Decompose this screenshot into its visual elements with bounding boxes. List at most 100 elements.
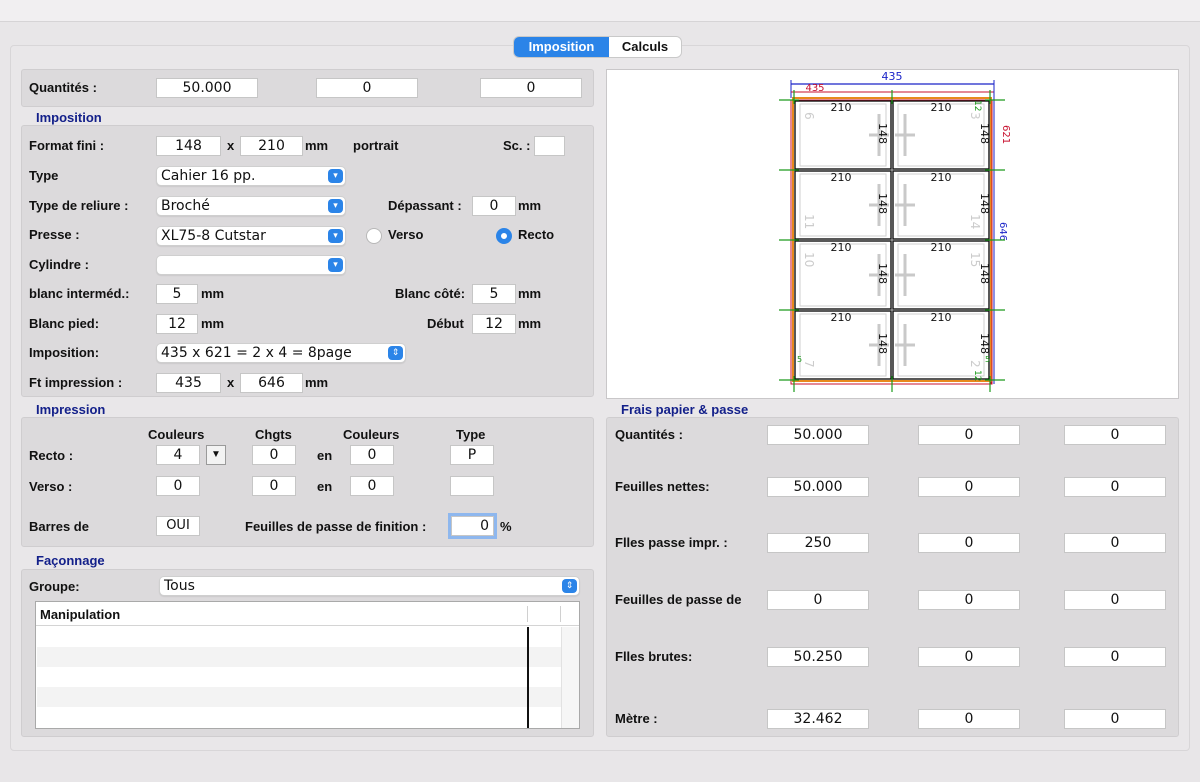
- page-width-label: 210: [831, 311, 852, 324]
- imposition-preview: 435 435 621 646 12 12 5 5 210 210 210 21…: [606, 69, 1179, 399]
- frais-value-field[interactable]: 0: [767, 590, 869, 610]
- quantite-field-3[interactable]: 0: [480, 78, 582, 98]
- manipulation-table[interactable]: Manipulation: [35, 601, 580, 729]
- recto-couleurs-field[interactable]: 4: [156, 445, 200, 465]
- frais-value-field[interactable]: 0: [918, 425, 1020, 445]
- table-row[interactable]: [37, 647, 561, 667]
- green-label-3: 5: [797, 355, 802, 364]
- imposition-select[interactable]: 435 x 621 = 2 x 4 = 8page ⇕: [156, 343, 406, 363]
- recto-radio[interactable]: [496, 228, 512, 244]
- depassant-mm-unit: mm: [518, 198, 542, 213]
- presse-select-value: XL75-8 Cutstar: [161, 228, 266, 244]
- imposition-section-title: Imposition: [36, 110, 102, 125]
- page-number-right: 15: [968, 252, 982, 267]
- table-row[interactable]: [37, 687, 561, 707]
- page-number-right: 14: [968, 214, 982, 229]
- frais-value-field[interactable]: 50.000: [767, 425, 869, 445]
- imposition-select-value: 435 x 621 = 2 x 4 = 8page: [161, 345, 352, 361]
- ft-width-field[interactable]: 435: [156, 373, 221, 393]
- frais-value-field[interactable]: 0: [918, 590, 1020, 610]
- sc-field[interactable]: [534, 136, 565, 156]
- verso-radio[interactable]: [366, 228, 382, 244]
- table-scrollbar[interactable]: [561, 627, 579, 728]
- chevron-down-icon: ▾: [328, 199, 343, 213]
- verso-chgts-field[interactable]: 0: [252, 476, 296, 496]
- format-fini-label: Format fini :: [29, 138, 105, 153]
- page-width-label: 210: [931, 101, 952, 114]
- frais-value-field[interactable]: 0: [918, 533, 1020, 553]
- ft-x-label: x: [227, 375, 235, 390]
- debut-field[interactable]: 12: [472, 314, 516, 334]
- frais-value-field[interactable]: 0: [918, 709, 1020, 729]
- header-couleurs-2: Couleurs: [343, 427, 400, 442]
- frais-row-label: Feuilles nettes:: [615, 479, 710, 494]
- table-row[interactable]: [37, 667, 561, 687]
- frais-value-field[interactable]: 32.462: [767, 709, 869, 729]
- frais-value-field[interactable]: 0: [1064, 709, 1166, 729]
- frais-row-label: Quantités :: [615, 427, 683, 442]
- outer-height-label: 646: [997, 222, 1008, 241]
- barres-field[interactable]: OUI: [156, 516, 200, 536]
- frais-value-field[interactable]: 0: [1064, 647, 1166, 667]
- verso-couleurs-field[interactable]: 0: [156, 476, 200, 496]
- frais-value-field[interactable]: 250: [767, 533, 869, 553]
- table-header-row: Manipulation: [36, 602, 579, 626]
- format-x-label: x: [227, 138, 235, 153]
- format-width-field[interactable]: 148: [156, 136, 221, 156]
- header-divider: [560, 606, 561, 622]
- en-label-recto: en: [317, 448, 333, 463]
- sc-label: Sc. :: [503, 138, 531, 153]
- frais-value-field[interactable]: 50.250: [767, 647, 869, 667]
- groupe-select[interactable]: Tous ⇕: [159, 576, 580, 596]
- recto-chgts-field[interactable]: 0: [252, 445, 296, 465]
- reliure-select-value: Broché: [161, 198, 210, 214]
- blanc-pied-field[interactable]: 12: [156, 314, 198, 334]
- green-label-1: 12: [972, 100, 982, 111]
- verso-couleurs2-field[interactable]: 0: [350, 476, 394, 496]
- window-top-strip: [0, 0, 1200, 22]
- barres-label: Barres de: [29, 519, 89, 534]
- frais-row-label: Feuilles de passe de: [615, 592, 742, 607]
- frais-value-field[interactable]: 0: [1064, 590, 1166, 610]
- depassant-field[interactable]: 0: [472, 196, 516, 216]
- presse-select[interactable]: XL75-8 Cutstar ▾: [156, 226, 346, 246]
- tab-imposition[interactable]: Imposition: [514, 37, 609, 57]
- frais-value-field[interactable]: 0: [918, 647, 1020, 667]
- quantite-field-1[interactable]: 50.000: [156, 78, 258, 98]
- frais-value-field[interactable]: 0: [1064, 425, 1166, 445]
- frais-value-field[interactable]: 0: [918, 477, 1020, 497]
- ft-height-field[interactable]: 646: [240, 373, 303, 393]
- frais-value-field[interactable]: 0: [1064, 477, 1166, 497]
- blanc-cote-field[interactable]: 5: [472, 284, 516, 304]
- page-height-label: 148: [978, 193, 991, 214]
- table-row[interactable]: [37, 707, 561, 728]
- reliure-select[interactable]: Broché ▾: [156, 196, 346, 216]
- frais-value-field[interactable]: 0: [1064, 533, 1166, 553]
- page-height-label: 148: [876, 333, 889, 354]
- type-select[interactable]: Cahier 16 pp. ▾: [156, 166, 346, 186]
- cylindre-select[interactable]: ▾: [156, 255, 346, 275]
- page-number-left: 6: [802, 112, 816, 120]
- reliure-label: Type de reliure :: [29, 198, 129, 213]
- couleurs-dropdown-button[interactable]: ▼: [206, 445, 226, 465]
- debut-mm-unit: mm: [518, 316, 542, 331]
- blanc-intermed-mm-unit: mm: [201, 286, 225, 301]
- tab-calculs[interactable]: Calculs: [609, 37, 681, 57]
- recto-couleurs2-field[interactable]: 0: [350, 445, 394, 465]
- impression-section-title: Impression: [36, 402, 106, 417]
- verso-type-field[interactable]: [450, 476, 494, 496]
- page-width-label: 210: [931, 171, 952, 184]
- faconnage-section-title: Façonnage: [36, 553, 105, 568]
- blanc-cote-label: Blanc côté:: [395, 286, 466, 301]
- blanc-intermed-field[interactable]: 5: [156, 284, 198, 304]
- manipulation-header[interactable]: Manipulation: [40, 606, 120, 624]
- imposition-label: Imposition:: [29, 345, 100, 360]
- ft-impression-label: Ft impression :: [29, 375, 123, 390]
- format-height-field[interactable]: 210: [240, 136, 303, 156]
- feuilles-finition-field[interactable]: 0: [451, 516, 494, 536]
- quantite-field-2[interactable]: 0: [316, 78, 418, 98]
- en-label-verso: en: [317, 479, 333, 494]
- recto-type-field[interactable]: P: [450, 445, 494, 465]
- table-row[interactable]: [37, 627, 561, 647]
- frais-value-field[interactable]: 50.000: [767, 477, 869, 497]
